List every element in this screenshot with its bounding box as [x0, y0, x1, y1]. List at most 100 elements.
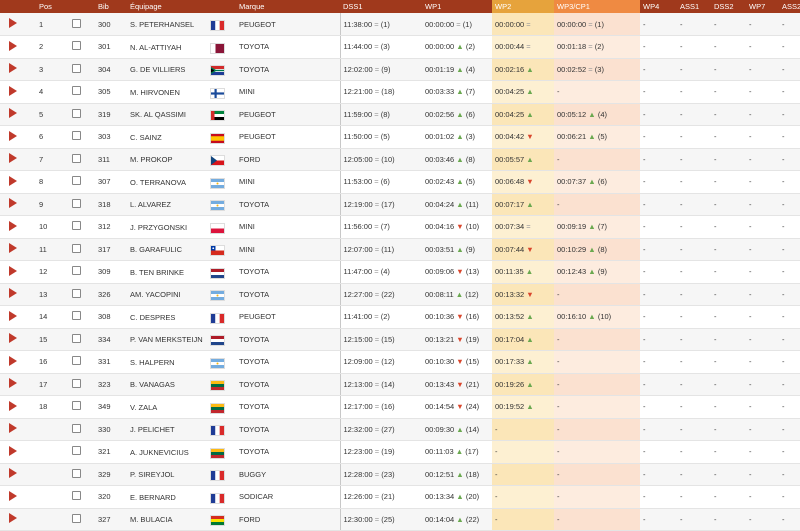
crew-cell[interactable]: B. VANAGAS — [127, 373, 236, 396]
crew-cell[interactable]: A. JUKNEVICIUS — [127, 440, 236, 464]
header-crew[interactable]: Équipage — [127, 0, 236, 13]
row-checkbox[interactable] — [72, 491, 81, 501]
play-icon[interactable] — [9, 40, 17, 51]
crew-cell[interactable]: G. DE VILLIERS — [127, 58, 236, 81]
row-checkbox[interactable] — [72, 266, 81, 276]
crew-name[interactable]: C. DESPRES — [130, 313, 208, 322]
play-icon[interactable] — [9, 175, 17, 186]
crew-name[interactable]: J. PRZYGONSKI — [130, 223, 208, 232]
row-checkbox[interactable] — [72, 131, 81, 141]
crew-cell[interactable]: M. BULACIA — [127, 508, 236, 531]
crew-name[interactable]: V. ZALA — [130, 403, 208, 412]
row-checkbox[interactable] — [72, 18, 81, 28]
crew-name[interactable]: S. PETERHANSEL — [130, 20, 208, 29]
crew-cell[interactable]: C. SAINZ — [127, 125, 236, 149]
crew-name[interactable]: AM. YACOPINI — [130, 290, 208, 299]
play-icon[interactable] — [9, 400, 17, 411]
crew-name[interactable]: SK. AL QASSIMI — [130, 110, 208, 119]
crew-name[interactable]: L. ALVAREZ — [130, 200, 208, 209]
row-checkbox[interactable] — [72, 423, 81, 433]
header-pos[interactable]: Pos — [36, 0, 69, 13]
header-wp3cp1[interactable]: WP3/CP1 — [554, 0, 640, 13]
table-row[interactable]: 329 P. SIREYJOL BUGGY 12:28:00 = (23) 00:12:… — [0, 463, 800, 486]
crew-name[interactable]: O. TERRANOVA — [130, 178, 208, 187]
row-checkbox[interactable] — [72, 468, 81, 478]
crew-cell[interactable]: B. TEN BRINKE — [127, 260, 236, 284]
row-checkbox[interactable] — [72, 243, 81, 253]
crew-cell[interactable]: E. BERNARD — [127, 485, 236, 509]
play-icon[interactable] — [9, 423, 17, 434]
play-icon[interactable] — [9, 310, 17, 321]
crew-cell[interactable]: M. HIRVONEN — [127, 80, 236, 104]
crew-name[interactable]: M. HIRVONEN — [130, 88, 208, 97]
crew-cell[interactable]: J. PELICHET — [127, 418, 236, 441]
crew-name[interactable]: P. SIREYJOL — [130, 470, 208, 479]
table-row[interactable]: 11 317 B. GARAFULIC MINI 12:07:00 = (11) 00:0… — [0, 238, 800, 261]
row-checkbox[interactable] — [72, 176, 81, 186]
row-checkbox[interactable] — [72, 401, 81, 411]
play-icon[interactable] — [9, 468, 17, 479]
table-row[interactable]: 320 E. BERNARD SODICAR 12:26:00 = (21) 00:13… — [0, 485, 800, 509]
row-checkbox[interactable] — [72, 41, 81, 51]
table-row[interactable]: 1 300 S. PETERHANSEL PEUGEOT 11:38:00 = (1) 0… — [0, 13, 800, 36]
crew-cell[interactable]: B. GARAFULIC — [127, 238, 236, 261]
row-checkbox[interactable] — [72, 108, 81, 118]
row-checkbox[interactable] — [72, 86, 81, 96]
crew-name[interactable]: E. BERNARD — [130, 493, 208, 502]
header-wp4[interactable]: WP4 — [640, 0, 677, 13]
crew-cell[interactable]: V. ZALA — [127, 395, 236, 419]
row-checkbox[interactable] — [72, 333, 81, 343]
header-bib[interactable]: Bib — [95, 0, 127, 13]
play-icon[interactable] — [9, 243, 17, 254]
play-icon[interactable] — [9, 513, 17, 524]
crew-name[interactable]: M. PROKOP — [130, 155, 208, 164]
play-icon[interactable] — [9, 288, 17, 299]
row-checkbox[interactable] — [72, 356, 81, 366]
crew-cell[interactable]: N. AL-ATTIYAH — [127, 35, 236, 59]
row-checkbox[interactable] — [72, 63, 81, 73]
row-checkbox[interactable] — [72, 446, 81, 456]
crew-name[interactable]: A. JUKNEVICIUS — [130, 448, 208, 457]
row-checkbox[interactable] — [72, 378, 81, 388]
play-icon[interactable] — [9, 153, 17, 164]
play-icon[interactable] — [9, 220, 17, 231]
row-checkbox[interactable] — [72, 288, 81, 298]
row-checkbox[interactable] — [72, 221, 81, 231]
play-icon[interactable] — [9, 445, 17, 456]
play-icon[interactable] — [9, 85, 17, 96]
table-row[interactable]: 327 M. BULACIA FORD 12:30:00 = (25) 00:14:04… — [0, 508, 800, 531]
crew-name[interactable]: B. VANAGAS — [130, 380, 208, 389]
crew-cell[interactable]: S. HALPERN — [127, 350, 236, 374]
crew-name[interactable]: M. BULACIA — [130, 515, 208, 524]
crew-name[interactable]: C. SAINZ — [130, 133, 208, 142]
crew-name[interactable]: G. DE VILLIERS — [130, 65, 208, 74]
table-row[interactable]: 3 304 G. DE VILLIERS TOYOTA 12:02:00 = (9) 00… — [0, 58, 800, 81]
header-ass2[interactable]: ASS2 — [779, 0, 800, 13]
row-checkbox[interactable] — [72, 513, 81, 523]
crew-name[interactable]: J. PELICHET — [130, 425, 208, 434]
table-row[interactable]: 7 311 M. PROKOP FORD 12:05:00 = (10) 00:03:46… — [0, 148, 800, 171]
play-icon[interactable] — [9, 18, 17, 28]
table-row[interactable]: 8 307 O. TERRANOVA MINI 11:53:00 = (6) 00:02:… — [0, 170, 800, 194]
table-row[interactable]: 17 323 B. VANAGAS TOYOTA 12:13:00 = (14) 00:1… — [0, 373, 800, 396]
crew-cell[interactable]: M. PROKOP — [127, 148, 236, 171]
table-row[interactable]: 10 312 J. PRZYGONSKI MINI 11:56:00 = (7) 00:0… — [0, 215, 800, 239]
crew-name[interactable]: B. TEN BRINKE — [130, 268, 208, 277]
table-row[interactable]: 15 334 P. VAN MERKSTEIJN TOYOTA 12:15:00 = (… — [0, 328, 800, 351]
play-icon[interactable] — [9, 198, 17, 209]
table-row[interactable]: 14 308 C. DESPRES PEUGEOT 11:41:00 = (2) 00:1… — [0, 305, 800, 329]
crew-cell[interactable]: J. PRZYGONSKI — [127, 215, 236, 239]
table-row[interactable]: 6 303 C. SAINZ PEUGEOT 11:50:00 = (5) 00:01:0… — [0, 125, 800, 149]
play-icon[interactable] — [9, 490, 17, 501]
play-icon[interactable] — [9, 108, 17, 119]
table-row[interactable]: 321 A. JUKNEVICIUS TOYOTA 12:23:00 = (19) 00… — [0, 440, 800, 464]
row-checkbox[interactable] — [72, 311, 81, 321]
crew-cell[interactable]: S. PETERHANSEL — [127, 13, 236, 36]
row-checkbox[interactable] — [72, 198, 81, 208]
header-wp7[interactable]: WP7 — [746, 0, 779, 13]
table-row[interactable]: 18 349 V. ZALA TOYOTA 12:17:00 = (16) 00:14:5… — [0, 395, 800, 419]
row-checkbox[interactable] — [72, 153, 81, 163]
crew-cell[interactable]: P. VAN MERKSTEIJN — [127, 328, 236, 351]
crew-cell[interactable]: SK. AL QASSIMI — [127, 103, 236, 126]
header-dss1[interactable]: DSS1 — [340, 0, 422, 13]
